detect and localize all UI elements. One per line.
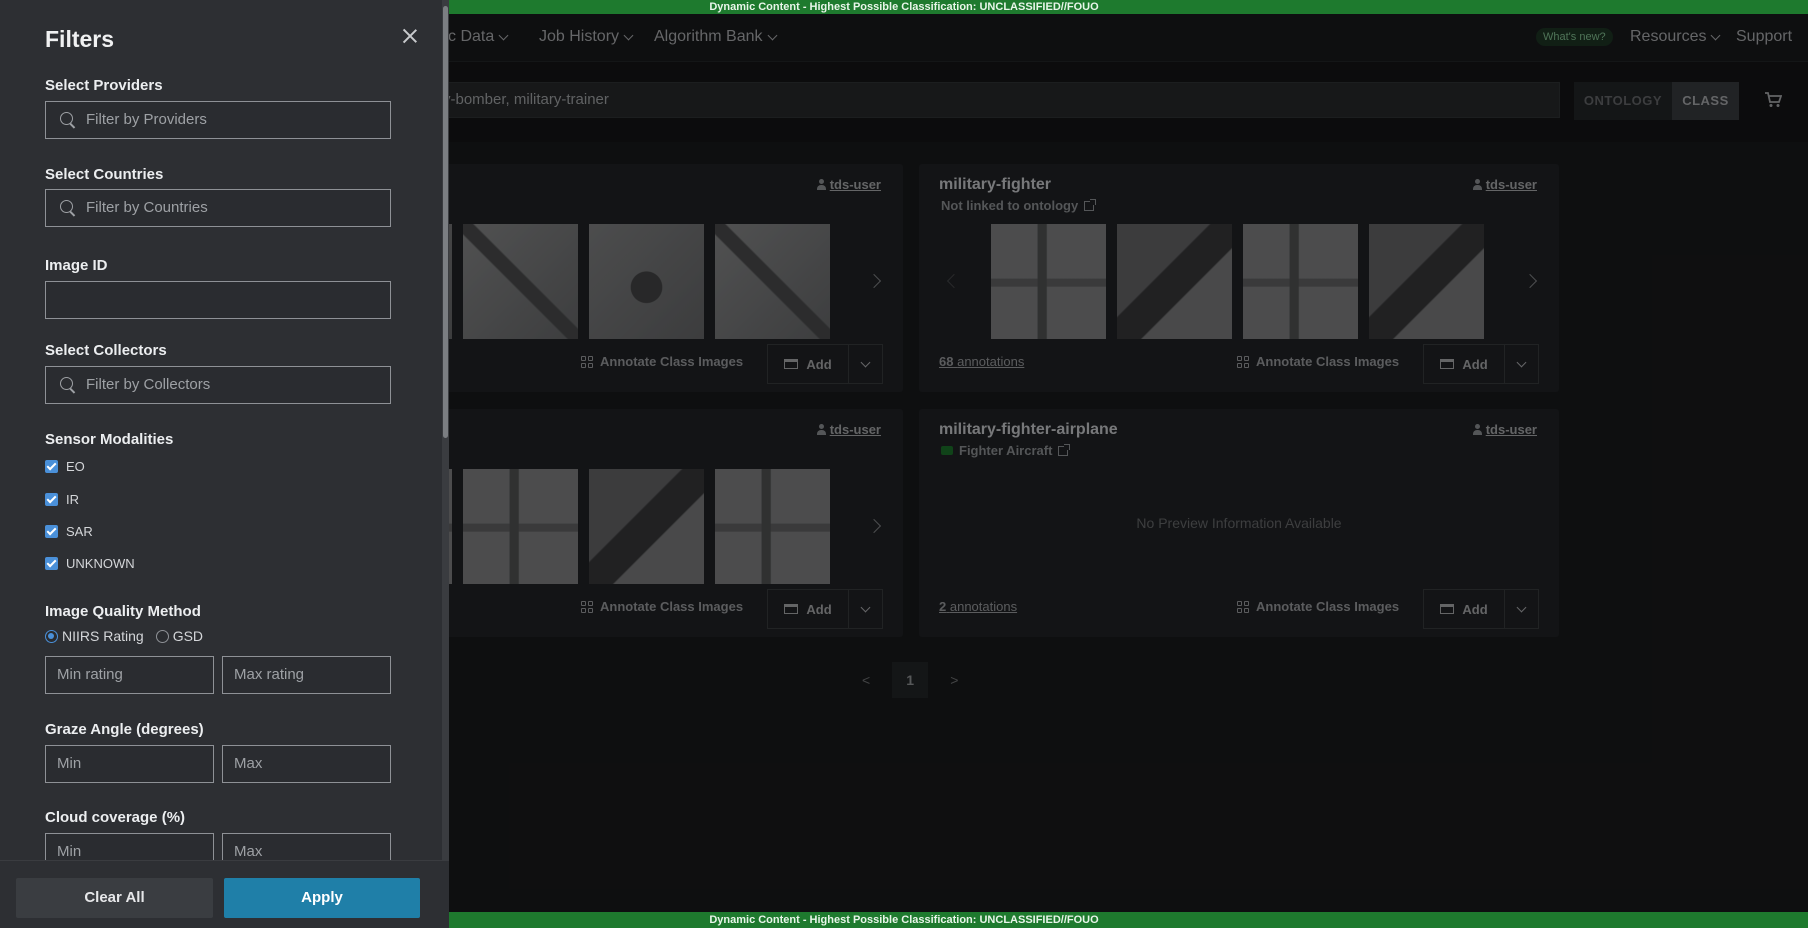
cloud-coverage-label: Cloud coverage (%)	[45, 809, 186, 826]
max-rating-placeholder: Max rating	[234, 666, 305, 683]
close-icon[interactable]	[402, 28, 418, 44]
cloud-min-placeholder: Min	[57, 843, 82, 860]
checkbox-checked[interactable]	[45, 460, 58, 473]
min-rating-placeholder: Min rating	[57, 666, 123, 683]
filters-footer: Clear All Apply	[0, 860, 449, 928]
checkbox-ir[interactable]: IR	[45, 492, 79, 507]
graze-min-input[interactable]: Min	[45, 745, 214, 783]
cloud-min-input[interactable]: Min	[45, 833, 214, 860]
providers-label: Select Providers	[45, 77, 163, 94]
sensor-modalities-label: Sensor Modalities	[45, 431, 174, 448]
checkbox-label: UNKNOWN	[66, 556, 135, 571]
graze-max-input[interactable]: Max	[222, 745, 391, 783]
providers-filter-input[interactable]: Filter by Providers	[45, 101, 391, 139]
max-rating-input[interactable]: Max rating	[222, 656, 391, 694]
checkbox-eo[interactable]: EO	[45, 459, 85, 474]
radio-gsd[interactable]: GSD	[155, 628, 204, 644]
filters-panel: Filters Select Providers Filter by Provi…	[0, 0, 449, 928]
checkbox-sar[interactable]: SAR	[45, 524, 93, 539]
collectors-placeholder: Filter by Collectors	[86, 376, 211, 393]
graze-max-placeholder: Max	[234, 755, 263, 772]
cloud-max-placeholder: Max	[234, 843, 263, 860]
radio-selected[interactable]	[45, 629, 58, 643]
checkbox-checked[interactable]	[45, 557, 58, 570]
min-rating-input[interactable]: Min rating	[45, 656, 214, 694]
providers-placeholder: Filter by Providers	[86, 111, 207, 128]
filters-scroll-area: Filters Select Providers Filter by Provi…	[0, 0, 449, 860]
collectors-filter-input[interactable]: Filter by Collectors	[45, 366, 391, 404]
clear-all-button[interactable]: Clear All	[16, 878, 213, 918]
checkbox-unknown[interactable]: UNKNOWN	[45, 556, 135, 571]
image-quality-label: Image Quality Method	[45, 603, 201, 620]
radio-unselected[interactable]	[155, 629, 169, 643]
countries-label: Select Countries	[45, 166, 164, 183]
graze-min-placeholder: Min	[57, 755, 82, 772]
checkbox-label: SAR	[66, 524, 93, 539]
image-quality-radio-group: NIIRS Rating GSD	[45, 628, 203, 644]
search-icon	[60, 112, 73, 125]
image-id-label: Image ID	[45, 257, 108, 274]
collectors-label: Select Collectors	[45, 342, 167, 359]
panel-scrollbar-thumb[interactable]	[443, 6, 448, 438]
search-icon	[60, 377, 73, 390]
apply-button[interactable]: Apply	[224, 878, 420, 918]
checkbox-checked[interactable]	[45, 525, 58, 538]
image-id-input[interactable]	[45, 281, 391, 319]
search-icon	[60, 200, 73, 213]
checkbox-label: EO	[66, 459, 85, 474]
radio-label: NIIRS Rating	[62, 628, 144, 644]
radio-niirs[interactable]: NIIRS Rating	[45, 628, 144, 644]
graze-angle-label: Graze Angle (degrees)	[45, 721, 204, 738]
checkbox-checked[interactable]	[45, 493, 58, 506]
countries-placeholder: Filter by Countries	[86, 199, 208, 216]
countries-filter-input[interactable]: Filter by Countries	[45, 189, 391, 227]
radio-label: GSD	[172, 628, 204, 644]
filters-title: Filters	[45, 26, 115, 52]
cloud-max-input[interactable]: Max	[222, 833, 391, 860]
checkbox-label: IR	[66, 492, 79, 507]
